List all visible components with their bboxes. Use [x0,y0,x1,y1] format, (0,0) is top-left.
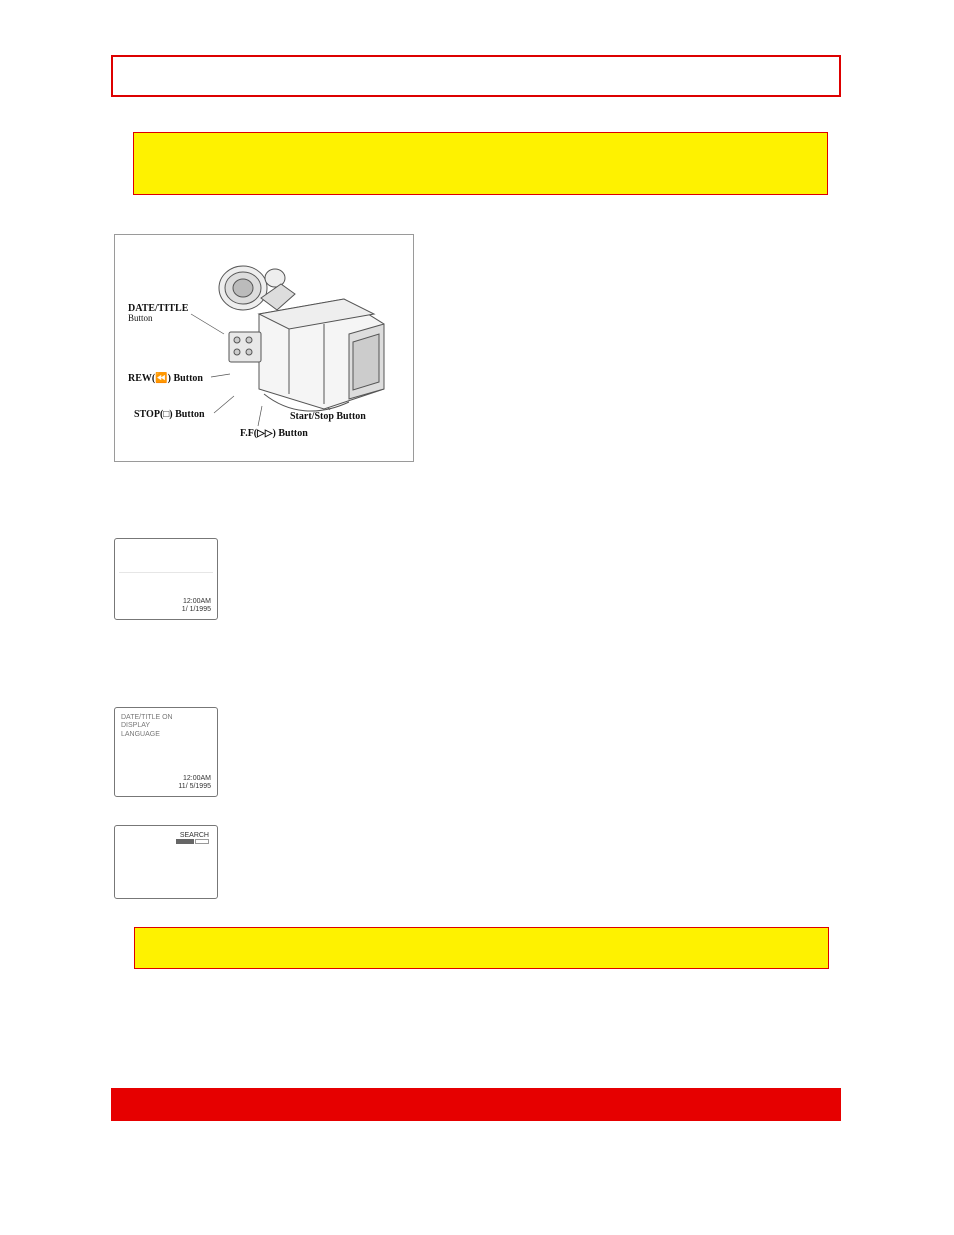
thumb2-time: 12:00AM 11/ 5/1995 [178,775,211,790]
highlight-bar-1 [133,132,828,195]
camcorder-figure: DATE/TITLE Button REW(⏪) Button STOP(□) … [114,234,414,462]
header-outline-box [111,55,841,97]
screen-thumb-1: 12:00AM 1/ 1/1995 [114,538,218,620]
thumb1-time: 12:00AM 1/ 1/1995 [182,598,211,613]
screen-thumb-3: SEARCH [114,825,218,899]
red-bar [111,1088,841,1121]
screen-thumb-2: DATE/TITLE ON DISPLAY LANGUAGE 12:00AM 1… [114,707,218,797]
thumb2-menu: DATE/TITLE ON DISPLAY LANGUAGE [121,714,173,739]
thumb3-search: SEARCH [176,832,209,847]
highlight-bar-2 [134,927,829,969]
camcorder-drawing [199,244,404,434]
